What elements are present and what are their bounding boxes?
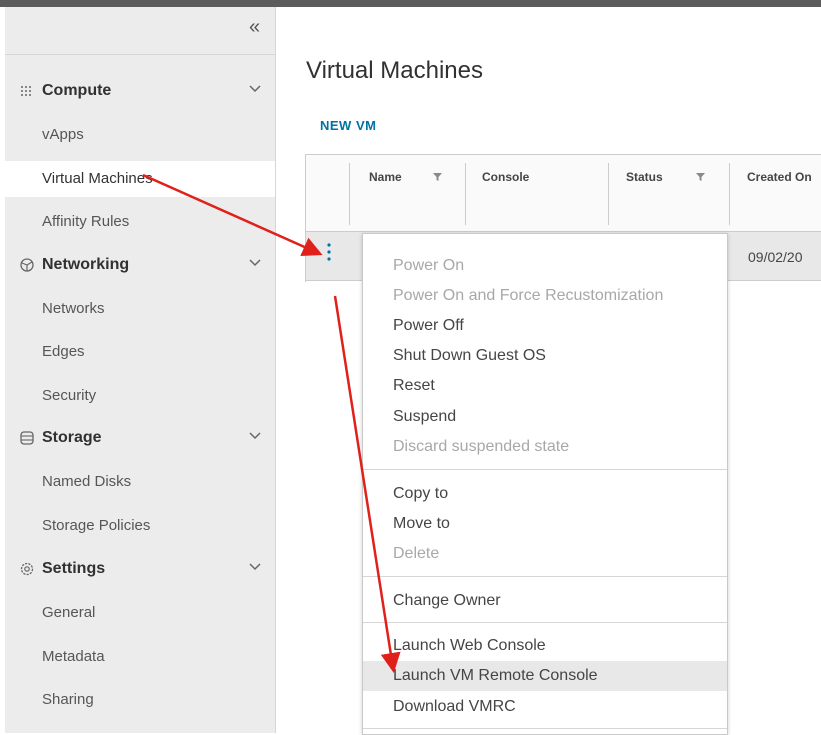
network-icon bbox=[20, 258, 34, 272]
sidebar-item-label: Sharing bbox=[42, 691, 94, 708]
double-chevron-left-icon[interactable]: « bbox=[249, 17, 260, 37]
section-label: Storage bbox=[42, 429, 102, 446]
sidebar-item-label: Virtual Machines bbox=[42, 170, 153, 187]
column-separator bbox=[729, 163, 730, 225]
sidebar-item-affinity-rules[interactable]: Affinity Rules bbox=[5, 204, 275, 240]
menu-item-copy-to[interactable]: Copy to bbox=[363, 479, 727, 509]
menu-item-label: Power On bbox=[393, 257, 465, 274]
menu-item-label: Copy to bbox=[393, 485, 449, 502]
menu-item-label: Delete bbox=[393, 545, 440, 562]
section-compute[interactable]: Compute bbox=[5, 74, 275, 110]
menu-item-label: Reset bbox=[393, 377, 435, 394]
sidebar-item-label: Storage Policies bbox=[42, 517, 151, 534]
sidebar: « Compute vApps Virtual Machines Affinit… bbox=[5, 7, 276, 733]
section-label: Settings bbox=[42, 560, 106, 577]
top-bar bbox=[0, 0, 821, 7]
sidebar-item-label: Edges bbox=[42, 343, 85, 360]
filter-icon[interactable] bbox=[433, 172, 442, 182]
sidebar-item-label: General bbox=[42, 604, 96, 621]
menu-item-move-to[interactable]: Move to bbox=[363, 509, 727, 539]
menu-item-label: Download VMRC bbox=[393, 698, 516, 715]
menu-item-launch-web-console[interactable]: Launch Web Console bbox=[363, 631, 727, 661]
column-header-name[interactable]: Name bbox=[369, 170, 402, 184]
menu-item-shut-down-guest-os[interactable]: Shut Down Guest OS bbox=[363, 341, 727, 371]
menu-item-label: Discard suspended state bbox=[393, 438, 570, 455]
database-icon bbox=[20, 431, 34, 445]
grid-dots-icon bbox=[21, 86, 31, 96]
menu-item-power-off[interactable]: Power Off bbox=[363, 311, 727, 341]
vm-actions-menu: Power On Power On and Force Recustomizat… bbox=[362, 233, 728, 735]
sidebar-item-virtual-machines[interactable]: Virtual Machines bbox=[5, 161, 275, 197]
sidebar-item-metadata[interactable]: Metadata bbox=[5, 639, 275, 675]
menu-item-reset[interactable]: Reset bbox=[363, 371, 727, 401]
column-header-console[interactable]: Console bbox=[482, 170, 529, 184]
sidebar-item-label: Networks bbox=[42, 300, 105, 317]
menu-item-power-on-force-recustomization[interactable]: Power On and Force Recustomization bbox=[363, 281, 727, 311]
menu-divider bbox=[363, 622, 727, 623]
sidebar-collapse-row: « bbox=[5, 7, 275, 55]
section-networking[interactable]: Networking bbox=[5, 248, 275, 284]
menu-item-label: Launch VM Remote Console bbox=[393, 667, 598, 684]
created-on-cell: 09/02/20 bbox=[748, 249, 803, 265]
sidebar-item-security[interactable]: Security bbox=[5, 378, 275, 414]
sidebar-item-named-disks[interactable]: Named Disks bbox=[5, 464, 275, 500]
menu-item-label: Move to bbox=[393, 515, 450, 532]
sidebar-item-storage-policies[interactable]: Storage Policies bbox=[5, 508, 275, 544]
menu-item-discard-suspended-state[interactable]: Discard suspended state bbox=[363, 432, 727, 462]
column-header-created-on[interactable]: Created On bbox=[747, 170, 812, 184]
column-separator bbox=[465, 163, 466, 225]
sidebar-item-general[interactable]: General bbox=[5, 595, 275, 631]
column-separator bbox=[608, 163, 609, 225]
sidebar-item-label: vApps bbox=[42, 126, 84, 143]
filter-icon[interactable] bbox=[696, 172, 705, 182]
menu-item-launch-vm-remote-console[interactable]: Launch VM Remote Console bbox=[363, 661, 727, 691]
menu-item-suspend[interactable]: Suspend bbox=[363, 402, 727, 432]
chevron-down-icon bbox=[249, 563, 261, 571]
sidebar-item-label: Affinity Rules bbox=[42, 213, 130, 230]
chevron-down-icon bbox=[249, 85, 261, 93]
menu-item-label: Suspend bbox=[393, 408, 457, 425]
menu-item-label: Power Off bbox=[393, 317, 464, 334]
menu-item-power-on[interactable]: Power On bbox=[363, 251, 727, 281]
chevron-down-icon bbox=[249, 432, 261, 440]
column-separator bbox=[349, 163, 350, 225]
sidebar-item-label: Security bbox=[42, 387, 97, 404]
menu-item-delete[interactable]: Delete bbox=[363, 539, 727, 569]
menu-item-label: Change Owner bbox=[393, 592, 501, 609]
sidebar-item-label: Metadata bbox=[42, 648, 105, 665]
vertical-ellipsis-icon[interactable] bbox=[326, 242, 332, 262]
menu-divider bbox=[363, 728, 727, 729]
menu-item-download-vmrc[interactable]: Download VMRC bbox=[363, 692, 727, 722]
column-header-status[interactable]: Status bbox=[626, 170, 663, 184]
gear-icon bbox=[20, 562, 34, 576]
menu-divider bbox=[363, 469, 727, 470]
section-label: Networking bbox=[42, 256, 130, 273]
menu-item-label: Power On and Force Recustomization bbox=[393, 287, 664, 304]
menu-divider bbox=[363, 576, 727, 577]
menu-item-label: Launch Web Console bbox=[393, 637, 546, 654]
sidebar-item-vapps[interactable]: vApps bbox=[5, 117, 275, 153]
menu-item-label: Shut Down Guest OS bbox=[393, 347, 546, 364]
sidebar-item-edges[interactable]: Edges bbox=[5, 334, 275, 370]
sidebar-item-sharing[interactable]: Sharing bbox=[5, 682, 275, 718]
chevron-down-icon bbox=[249, 259, 261, 267]
section-storage[interactable]: Storage bbox=[5, 421, 275, 457]
section-settings[interactable]: Settings bbox=[5, 552, 275, 588]
grid-header: Name Console Status Created On bbox=[306, 155, 821, 232]
section-label: Compute bbox=[42, 82, 112, 99]
new-vm-button[interactable]: NEW VM bbox=[320, 118, 376, 133]
sidebar-item-label: Named Disks bbox=[42, 473, 132, 490]
page-title: Virtual Machines bbox=[306, 57, 483, 85]
menu-item-change-owner[interactable]: Change Owner bbox=[363, 586, 727, 616]
sidebar-item-networks[interactable]: Networks bbox=[5, 291, 275, 327]
